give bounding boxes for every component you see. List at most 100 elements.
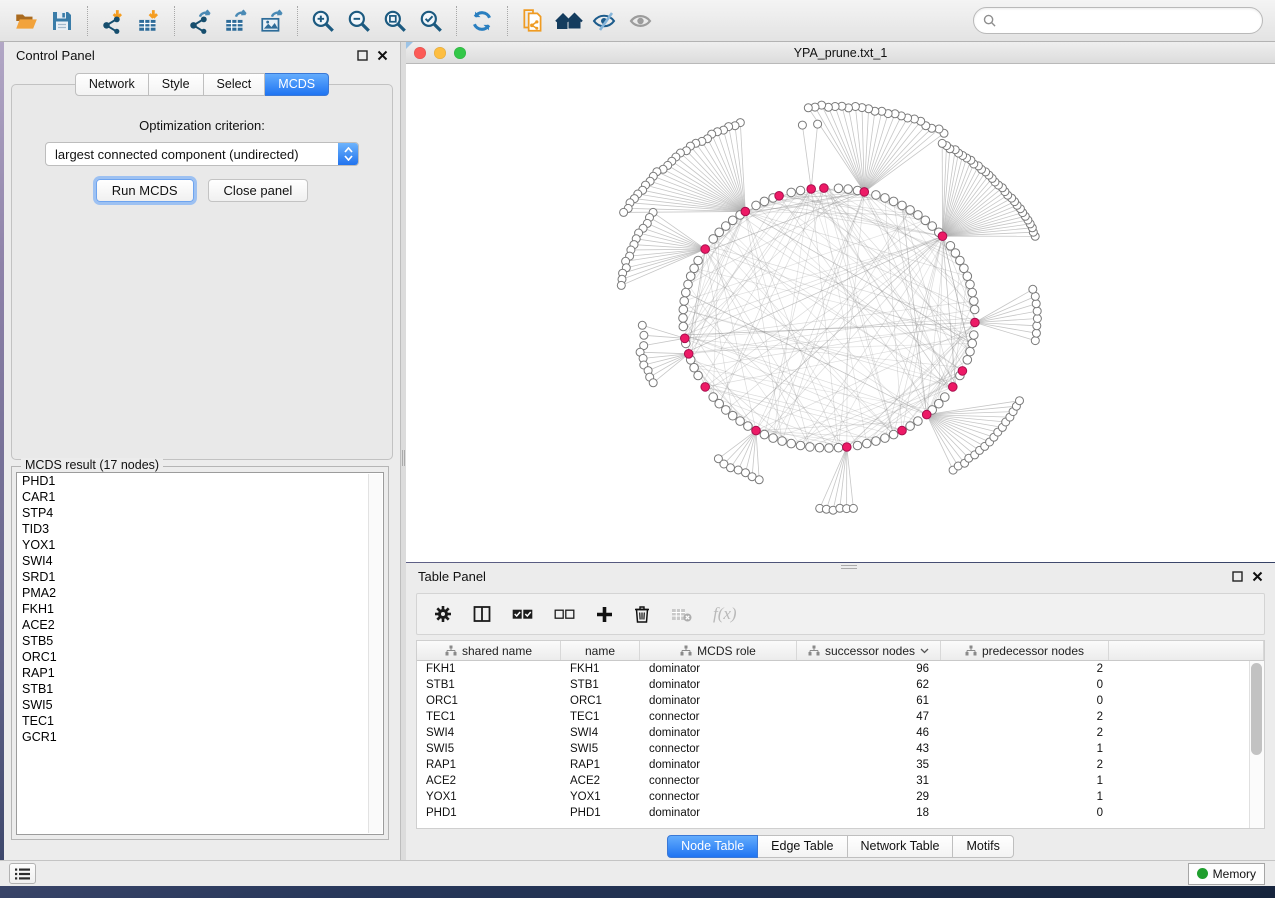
close-panel-icon[interactable]: [1252, 571, 1263, 582]
clone-network-button[interactable]: [515, 4, 551, 38]
mcds-result-item[interactable]: GCR1: [17, 729, 383, 745]
mcds-result-item[interactable]: SWI4: [17, 553, 383, 569]
mcds-result-item[interactable]: SWI5: [17, 697, 383, 713]
mcds-result-item[interactable]: YOX1: [17, 537, 383, 553]
tab-network-table[interactable]: Network Table: [848, 835, 954, 858]
network-node-hub[interactable]: [681, 334, 690, 343]
table-row[interactable]: ORC1ORC1dominator610: [417, 693, 1264, 709]
mcds-result-item[interactable]: TEC1: [17, 713, 383, 729]
mcds-result-item[interactable]: ORC1: [17, 649, 383, 665]
mcds-result-item[interactable]: PMA2: [17, 585, 383, 601]
export-table-button[interactable]: [218, 4, 254, 38]
network-node-hub[interactable]: [775, 192, 784, 201]
show-panel-list-button[interactable]: [9, 863, 36, 884]
network-node-hub[interactable]: [701, 383, 710, 392]
import-network-button[interactable]: [95, 4, 131, 38]
mcds-result-item[interactable]: CAR1: [17, 489, 383, 505]
network-node-hub[interactable]: [701, 245, 710, 254]
horizontal-splitter-grip[interactable]: [841, 565, 857, 569]
export-network-button[interactable]: [182, 4, 218, 38]
network-node-hub[interactable]: [820, 184, 829, 193]
close-panel-button[interactable]: Close panel: [208, 179, 309, 202]
network-node-hub[interactable]: [752, 426, 761, 435]
float-panel-icon[interactable]: [357, 50, 368, 61]
mcds-result-item[interactable]: RAP1: [17, 665, 383, 681]
network-node-hub[interactable]: [922, 410, 931, 419]
mcds-result-item[interactable]: PHD1: [17, 473, 383, 489]
memory-button[interactable]: Memory: [1188, 863, 1265, 885]
mcds-result-item[interactable]: ACE2: [17, 617, 383, 633]
mcds-result-item[interactable]: STP4: [17, 505, 383, 521]
network-node-hub[interactable]: [971, 318, 980, 327]
result-scrollbar[interactable]: [368, 474, 382, 833]
network-node-hub[interactable]: [949, 383, 958, 392]
zoom-fit-button[interactable]: [377, 4, 413, 38]
network-node-hub[interactable]: [860, 188, 869, 197]
tab-select[interactable]: Select: [204, 73, 266, 96]
table-settings-gear-icon[interactable]: [434, 605, 452, 623]
export-image-button[interactable]: [254, 4, 290, 38]
select-all-icon[interactable]: [512, 607, 533, 621]
hide-selected-button[interactable]: [587, 4, 623, 38]
zoom-selected-button[interactable]: [413, 4, 449, 38]
add-column-icon[interactable]: [596, 606, 613, 623]
table-scrollbar[interactable]: [1249, 661, 1264, 828]
network-canvas[interactable]: [406, 64, 1275, 561]
zoom-out-button[interactable]: [341, 4, 377, 38]
network-node-hub[interactable]: [898, 426, 907, 435]
optimization-criterion-select[interactable]: largest connected component (undirected): [45, 142, 359, 166]
mcds-result-item[interactable]: FKH1: [17, 601, 383, 617]
network-node-hub[interactable]: [843, 443, 852, 452]
network-node-hub[interactable]: [938, 232, 947, 241]
vertical-splitter[interactable]: [401, 42, 406, 860]
tab-motifs[interactable]: Motifs: [953, 835, 1013, 858]
network-node-hub[interactable]: [958, 367, 967, 376]
network-node-hub[interactable]: [684, 350, 693, 359]
network-graph[interactable]: [406, 64, 1275, 561]
table-row[interactable]: FKH1FKH1dominator962: [417, 661, 1264, 677]
table-row[interactable]: SWI4SWI4dominator462: [417, 725, 1264, 741]
mcds-result-list[interactable]: PHD1CAR1STP4TID3YOX1SWI4SRD1PMA2FKH1ACE2…: [16, 472, 384, 835]
network-node-hub[interactable]: [741, 207, 750, 216]
run-mcds-button[interactable]: Run MCDS: [96, 179, 194, 202]
column-header-predecessor-nodes[interactable]: predecessor nodes: [941, 641, 1109, 660]
deselect-all-icon[interactable]: [554, 607, 575, 621]
network-titlebar[interactable]: YPA_prune.txt_1: [406, 42, 1275, 64]
refresh-layout-button[interactable]: [464, 4, 500, 38]
column-header-shared-name[interactable]: shared name: [417, 641, 561, 660]
show-selected-button[interactable]: [623, 4, 659, 38]
mcds-result-item[interactable]: TID3: [17, 521, 383, 537]
table-row[interactable]: PHD1PHD1dominator180: [417, 805, 1264, 821]
sort-desc-icon[interactable]: [920, 648, 929, 654]
column-header-successor-nodes[interactable]: successor nodes: [797, 641, 941, 660]
network-node-hub[interactable]: [807, 185, 816, 194]
table-row[interactable]: TEC1TEC1connector472: [417, 709, 1264, 725]
mcds-result-item[interactable]: STB1: [17, 681, 383, 697]
save-session-button[interactable]: [44, 4, 80, 38]
search-input[interactable]: [1001, 13, 1253, 28]
zoom-in-button[interactable]: [305, 4, 341, 38]
column-header-mcds-role[interactable]: MCDS role: [640, 641, 797, 660]
table-scrollbar-thumb[interactable]: [1251, 663, 1262, 755]
delete-column-icon[interactable]: [634, 605, 650, 623]
open-file-button[interactable]: [8, 4, 44, 38]
close-panel-icon[interactable]: [377, 50, 388, 61]
show-columns-icon[interactable]: [473, 605, 491, 623]
mcds-result-item[interactable]: SRD1: [17, 569, 383, 585]
tab-mcds[interactable]: MCDS: [265, 73, 329, 96]
tab-style[interactable]: Style: [149, 73, 204, 96]
import-table-button[interactable]: [131, 4, 167, 38]
delete-table-icon[interactable]: [671, 607, 692, 622]
table-row[interactable]: YOX1YOX1connector291: [417, 789, 1264, 805]
table-row[interactable]: STB1STB1dominator620: [417, 677, 1264, 693]
mcds-result-item[interactable]: STB5: [17, 633, 383, 649]
show-home-panels-button[interactable]: [551, 4, 587, 38]
function-builder-icon[interactable]: f(x): [713, 604, 737, 624]
column-header-name[interactable]: name: [561, 641, 640, 660]
table-row[interactable]: RAP1RAP1dominator352: [417, 757, 1264, 773]
tab-edge-table[interactable]: Edge Table: [758, 835, 847, 858]
float-panel-icon[interactable]: [1232, 571, 1243, 582]
tab-network[interactable]: Network: [75, 73, 149, 96]
tab-node-table[interactable]: Node Table: [667, 835, 758, 858]
table-row[interactable]: ACE2ACE2connector311: [417, 773, 1264, 789]
